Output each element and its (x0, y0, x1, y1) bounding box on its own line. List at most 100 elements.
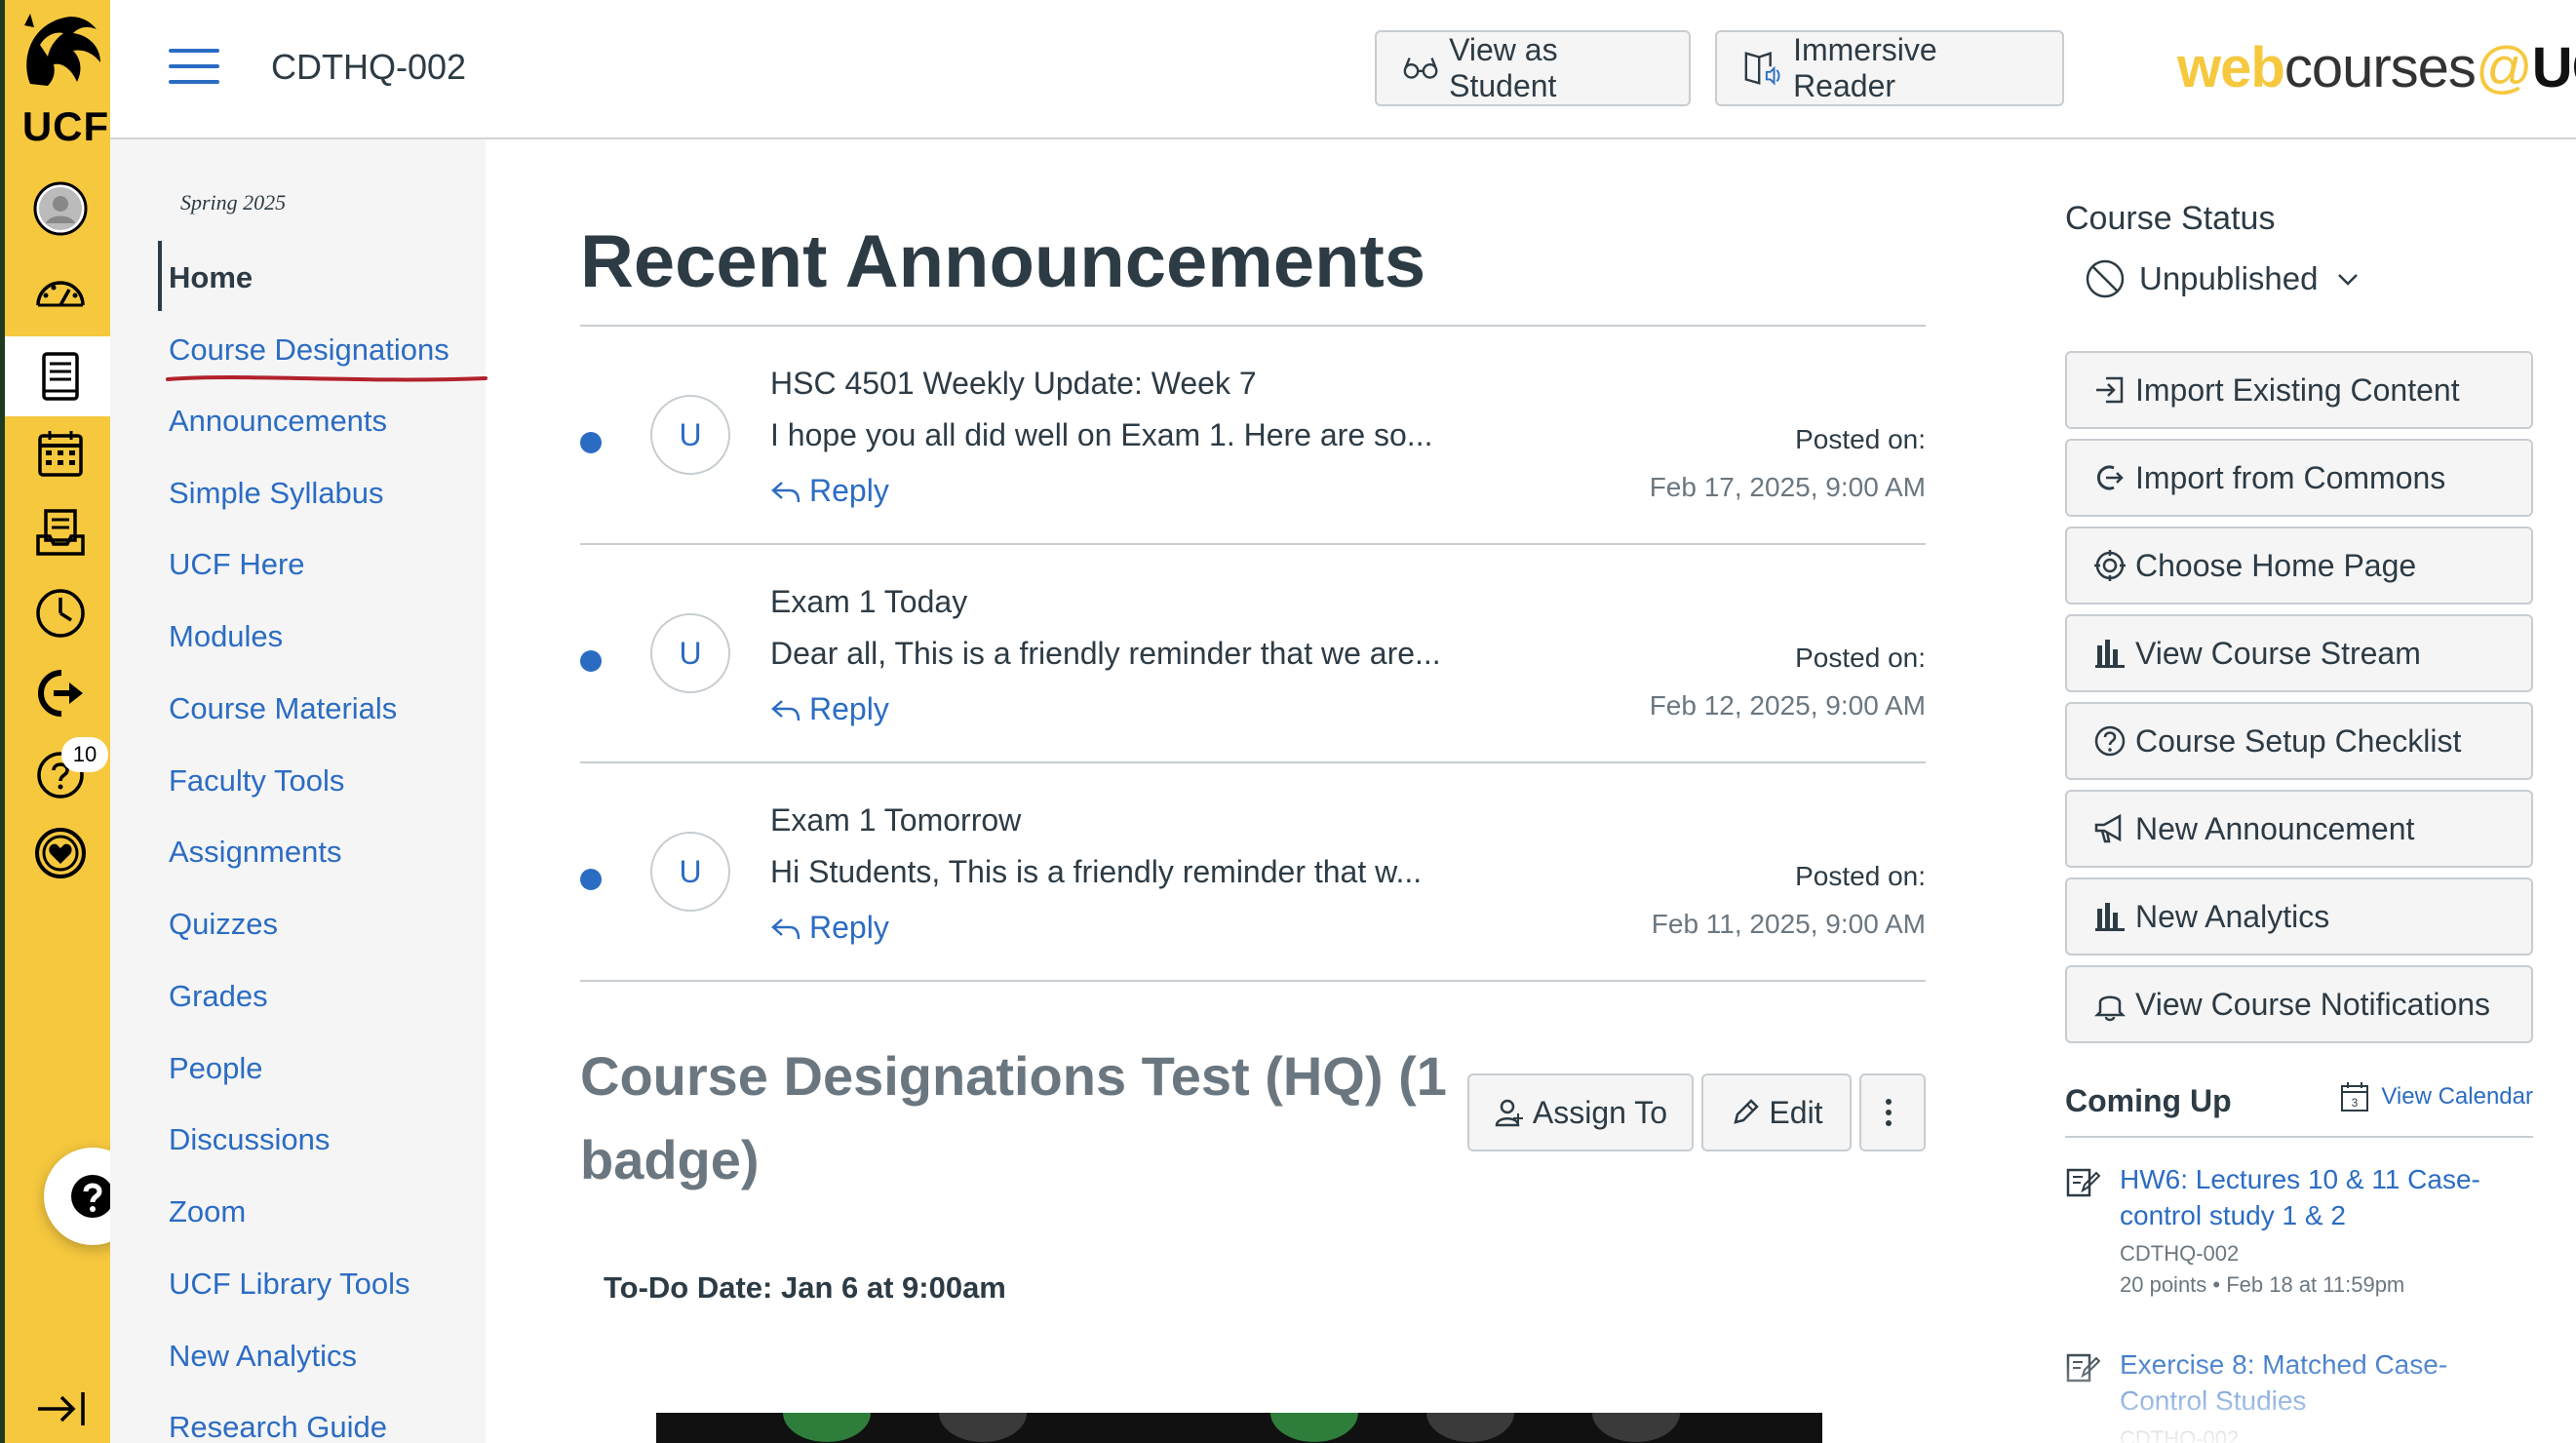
course-nav-ucf-library-tools[interactable]: UCF Library Tools (169, 1267, 410, 1302)
choose-home-page-button[interactable]: Choose Home Page (2065, 526, 2533, 604)
coming-up-meta: 20 points • Feb 18 at 11:59pm (2120, 1272, 2405, 1297)
assignment-icon (2066, 1168, 2100, 1197)
course-nav-simple-syllabus[interactable]: Simple Syllabus (169, 476, 384, 511)
collapse-nav-icon[interactable] (34, 1384, 89, 1433)
coming-up-course-code: CDTHQ-002 (2120, 1241, 2240, 1266)
button-label: Course Setup Checklist (2135, 722, 2462, 759)
course-status-dropdown[interactable]: Unpublished (2085, 258, 2376, 299)
recent-announcements-title: Recent Announcements (580, 220, 1426, 303)
page-title: Course Designations Test (HQ) (1 badge) (580, 1045, 1447, 1190)
brand-web: web (2177, 36, 2285, 99)
view-calendar-link[interactable]: 3 View Calendar (2340, 1081, 2533, 1112)
posted-date: Feb 17, 2025, 9:00 AM (1649, 472, 1926, 502)
course-nav-course-materials[interactable]: Course Materials (169, 691, 397, 726)
import-existing-content-button[interactable]: Import Existing Content (2065, 351, 2533, 429)
button-label: Choose Home Page (2135, 547, 2417, 583)
course-nav-grades[interactable]: Grades (169, 979, 268, 1014)
account-icon[interactable] (5, 171, 115, 247)
edit-label: Edit (1769, 1094, 1823, 1130)
webcourses-ucf-logo: webcourses@UCF (2177, 35, 2576, 100)
immersive-reader-button[interactable]: Immersive Reader (1715, 30, 2064, 106)
reply-link[interactable]: Reply (770, 910, 889, 946)
global-nav: UCF 10 (0, 0, 141, 1443)
view-calendar-label: View Calendar (2381, 1083, 2533, 1110)
view-course-notifications-button[interactable]: View Course Notifications (2065, 965, 2533, 1043)
import-from-commons-button[interactable]: Import from Commons (2065, 439, 2533, 517)
button-label: Import from Commons (2135, 459, 2446, 495)
view-course-stream-button[interactable]: View Course Stream (2065, 614, 2533, 692)
coming-up-link[interactable]: HW6: Lectures 10 & 11 Case-control study… (2120, 1161, 2529, 1233)
announcement-item: U Exam 1 Tomorrow Hi Students, This is a… (580, 763, 1926, 980)
pencil-icon (1734, 1099, 1760, 1124)
immersive-reader-icon (1744, 52, 1780, 86)
import-icon (2096, 376, 2124, 404)
hamburger-menu-icon[interactable] (169, 49, 219, 88)
unread-dot (580, 650, 602, 672)
announcement-title[interactable]: Exam 1 Tomorrow (770, 802, 1021, 838)
new-analytics-button[interactable]: New Analytics (2065, 878, 2533, 956)
course-nav-modules[interactable]: Modules (169, 619, 283, 654)
unread-dot (580, 432, 602, 453)
course-nav-assignments[interactable]: Assignments (169, 835, 341, 870)
course-status-value: Unpublished (2139, 260, 2319, 296)
brand-at: @ (2475, 36, 2533, 99)
course-nav-course-designations[interactable]: Course Designations (169, 332, 449, 368)
course-code[interactable]: CDTHQ-002 (271, 47, 466, 88)
brand-ucf: UCF (2531, 36, 2576, 99)
announcement-title[interactable]: HSC 4501 Weekly Update: Week 7 (770, 366, 1257, 402)
chevron-down-icon (2338, 274, 2359, 286)
target-icon (2094, 550, 2126, 581)
announcement-excerpt: Dear all, This is a friendly reminder th… (770, 636, 1441, 671)
reply-link[interactable]: Reply (770, 691, 889, 727)
posted-on-label: Posted on: (1795, 861, 1926, 891)
course-nav-home[interactable]: Home (169, 260, 253, 295)
new-announcement-button[interactable]: New Announcement (2065, 790, 2533, 868)
more-options-button[interactable] (1859, 1073, 1926, 1151)
immersive-reader-label: Immersive Reader (1793, 32, 1937, 103)
course-nav: Spring 2025 Home Course Designations Ann… (110, 139, 488, 1443)
calendar-icon[interactable] (5, 416, 115, 492)
inbox-icon[interactable] (5, 495, 115, 571)
course-nav-research-guide[interactable]: Research Guide (169, 1410, 387, 1443)
avatar[interactable]: U (650, 832, 730, 912)
course-nav-ucf-here[interactable]: UCF Here (169, 547, 305, 582)
reply-link[interactable]: Reply (770, 473, 889, 509)
assign-to-button[interactable]: Assign To (1467, 1073, 1694, 1151)
megaphone-icon (2094, 813, 2122, 843)
course-nav-quizzes[interactable]: Quizzes (169, 907, 278, 942)
course-status-title: Course Status (2065, 200, 2276, 237)
course-nav-people[interactable]: People (169, 1051, 263, 1086)
unpublished-icon (2086, 259, 2125, 298)
announcement-excerpt: I hope you all did well on Exam 1. Here … (770, 417, 1433, 452)
course-nav-zoom[interactable]: Zoom (169, 1194, 246, 1229)
announcement-title[interactable]: Exam 1 Today (770, 584, 967, 620)
bell-icon (2093, 995, 2127, 1022)
courses-icon[interactable] (5, 336, 115, 416)
todo-date: To-Do Date: Jan 6 at 9:00am (604, 1270, 1006, 1305)
coming-up-link[interactable]: Exercise 8: Matched Case-Control Studies (2120, 1346, 2529, 1419)
course-nav-announcements[interactable]: Announcements (169, 404, 387, 439)
course-setup-checklist-button[interactable]: Course Setup Checklist (2065, 702, 2533, 780)
avatar[interactable]: U (650, 395, 730, 475)
video-frame-shape (939, 1413, 1027, 1442)
avatar[interactable]: U (650, 613, 730, 693)
course-nav-new-analytics[interactable]: New Analytics (169, 1339, 357, 1374)
course-nav-discussions[interactable]: Discussions (169, 1122, 330, 1157)
edit-button[interactable]: Edit (1701, 1073, 1852, 1151)
commons-icon[interactable] (5, 655, 115, 731)
history-icon[interactable] (5, 575, 115, 651)
bar-chart-icon (2095, 903, 2125, 931)
calendar-day: 3 (2352, 1096, 2359, 1110)
view-as-student-button[interactable]: View as Student (1375, 30, 1691, 106)
course-nav-faculty-tools[interactable]: Faculty Tools (169, 763, 344, 799)
ucf-pegasus-logo[interactable]: UCF (11, 6, 110, 149)
embedded-video[interactable] (656, 1413, 1822, 1443)
video-frame-shape (1270, 1413, 1358, 1442)
dashboard-icon[interactable] (5, 256, 115, 332)
posted-on-label: Posted on: (1795, 424, 1926, 454)
button-label: New Announcement (2135, 810, 2415, 846)
coming-up-course-code: CDTHQ-002 (2120, 1426, 2240, 1443)
wellness-icon[interactable] (5, 815, 115, 891)
red-annotation-underline (166, 375, 488, 382)
assign-to-label: Assign To (1532, 1094, 1668, 1130)
